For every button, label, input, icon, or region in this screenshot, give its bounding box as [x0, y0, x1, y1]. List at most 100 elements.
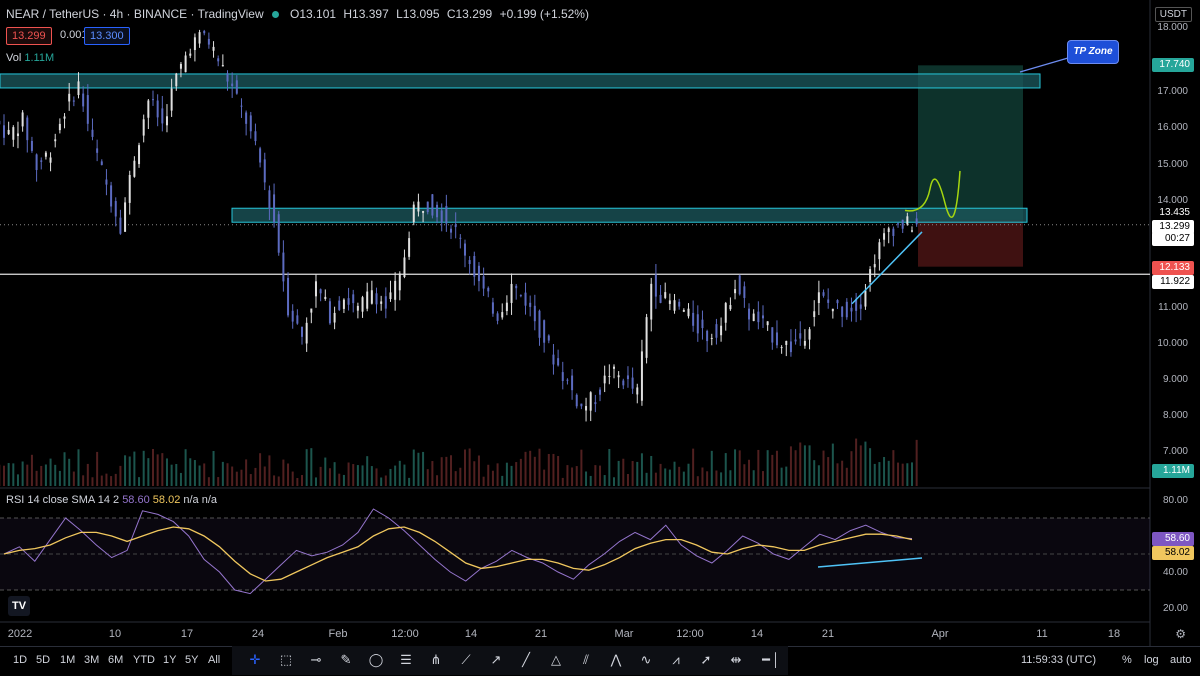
timeframe-5y[interactable]: 5Y — [185, 654, 198, 666]
volume-bar — [161, 453, 163, 486]
candle-body — [399, 273, 401, 290]
volume-bar — [743, 464, 745, 486]
fib-retracement-icon[interactable]: ☰ — [396, 650, 416, 670]
candle-body — [110, 185, 112, 206]
symbol-title[interactable]: NEAR / TetherUS · 4h · BINANCE · Trading… — [6, 7, 264, 21]
volume-bar — [483, 477, 485, 486]
candle-body — [54, 139, 56, 141]
volume-bar — [650, 456, 652, 486]
candle-body — [902, 220, 904, 229]
rsi-sma-tag: 58.02 — [1152, 546, 1194, 560]
candle-body — [878, 242, 880, 259]
price-chart[interactable] — [0, 0, 1200, 675]
volume-bar — [324, 458, 326, 486]
volume-bar — [385, 475, 387, 486]
volume-bar — [850, 451, 852, 486]
tradingview-logo-icon[interactable]: TV — [8, 596, 30, 616]
candle-body — [697, 314, 699, 333]
volume-bar — [441, 457, 443, 486]
candle-body — [91, 130, 93, 137]
candle-body — [213, 47, 215, 51]
volume-bar — [892, 450, 894, 486]
log-scale-toggle[interactable]: log — [1144, 654, 1159, 666]
price-axis-tick: 10.000 — [1157, 338, 1188, 349]
price-axis-tick: 18.000 — [1157, 22, 1188, 33]
volume-bar — [3, 466, 5, 486]
horizontal-ray-icon[interactable]: ⊸ — [306, 650, 326, 670]
utc-clock[interactable]: 11:59:33 (UTC) — [1021, 654, 1096, 666]
pitchfork-icon[interactable]: ⋔ — [426, 650, 446, 670]
trend-line-icon[interactable]: ↗ — [486, 650, 506, 670]
xabcd-pattern-icon[interactable]: ⋀ — [606, 650, 626, 670]
bar-countdown: 00:27 — [1152, 232, 1194, 246]
volume-bar — [399, 461, 401, 486]
timeframe-3m[interactable]: 3M — [84, 654, 99, 666]
parallel-channel-icon[interactable]: ⫽ — [576, 650, 596, 670]
candle-body — [8, 130, 10, 134]
candle-body — [3, 125, 5, 137]
brush-icon[interactable]: ✎ — [336, 650, 356, 670]
ellipse-icon[interactable]: ◯ — [366, 650, 386, 670]
volume-bar — [906, 463, 908, 486]
candle-body — [366, 292, 368, 309]
volume-bar — [366, 456, 368, 486]
triangle-icon[interactable]: △ — [546, 650, 566, 670]
candle-body — [497, 313, 499, 321]
tp-zone-callout[interactable]: TP Zone — [1067, 40, 1119, 64]
timeframe-all[interactable]: All — [208, 654, 220, 666]
candle-body — [329, 301, 331, 323]
arrow-marker-icon[interactable]: ➚ — [696, 650, 716, 670]
candle-body — [254, 131, 256, 141]
volume-bar — [618, 461, 620, 486]
volume-bar — [334, 462, 336, 486]
volume-bar — [571, 467, 573, 486]
date-range-icon[interactable]: ⇹ — [726, 650, 746, 670]
long-target-area — [918, 65, 1023, 220]
select-box-icon[interactable]: ⬚ — [276, 650, 296, 670]
ray-icon[interactable]: ╱ — [516, 650, 536, 670]
abcd-pattern-icon[interactable]: ⩘ — [666, 650, 686, 670]
timeframe-1y[interactable]: 1Y — [163, 654, 176, 666]
volume-bar — [78, 449, 80, 486]
crosshair-icon[interactable]: ✛ — [245, 650, 265, 670]
candle-body — [711, 338, 713, 339]
timeframe-1d[interactable]: 1D — [13, 654, 27, 666]
candle-body — [394, 281, 396, 300]
timeframe-5d[interactable]: 5D — [36, 654, 50, 666]
volume-bar — [902, 464, 904, 486]
volume-bar — [259, 453, 261, 486]
time-axis-tick: Mar — [615, 628, 634, 640]
sell-button[interactable]: 13.299 — [6, 27, 52, 45]
elliott-wave-icon[interactable]: ∿ — [636, 650, 656, 670]
volume-bar — [250, 474, 252, 486]
candle-body — [31, 141, 33, 151]
candle-body — [26, 118, 28, 141]
timeframe-1m[interactable]: 1M — [60, 654, 75, 666]
volume-bar — [753, 470, 755, 486]
timeframe-6m[interactable]: 6M — [108, 654, 123, 666]
candle-body — [743, 286, 745, 298]
settings-gear-icon[interactable]: ⚙ — [1175, 627, 1186, 641]
volume-bar — [91, 477, 93, 486]
volume-bar — [315, 477, 317, 486]
candle-body — [315, 281, 317, 296]
currency-selector[interactable]: USDT — [1155, 7, 1192, 22]
volume-bar — [152, 449, 154, 486]
volume-bar — [436, 475, 438, 486]
auto-scale-toggle[interactable]: auto — [1170, 654, 1191, 666]
candle-body — [455, 224, 457, 227]
volume-bar — [282, 460, 284, 486]
candle-body — [701, 320, 703, 328]
volume-bar — [781, 468, 783, 486]
vertical-line-icon[interactable]: │ — [766, 650, 786, 670]
candle-body — [585, 406, 587, 410]
entry-price-tag: 13.435 — [1152, 206, 1194, 220]
volume-bar — [45, 464, 47, 486]
buy-button[interactable]: 13.300 — [84, 27, 130, 45]
candle-body — [799, 333, 801, 338]
percent-scale-toggle[interactable]: % — [1122, 654, 1132, 666]
path-icon[interactable]: ⟋ — [456, 650, 476, 670]
candle-body — [566, 380, 568, 381]
timeframe-ytd[interactable]: YTD — [133, 654, 155, 666]
volume-bar — [538, 449, 540, 486]
